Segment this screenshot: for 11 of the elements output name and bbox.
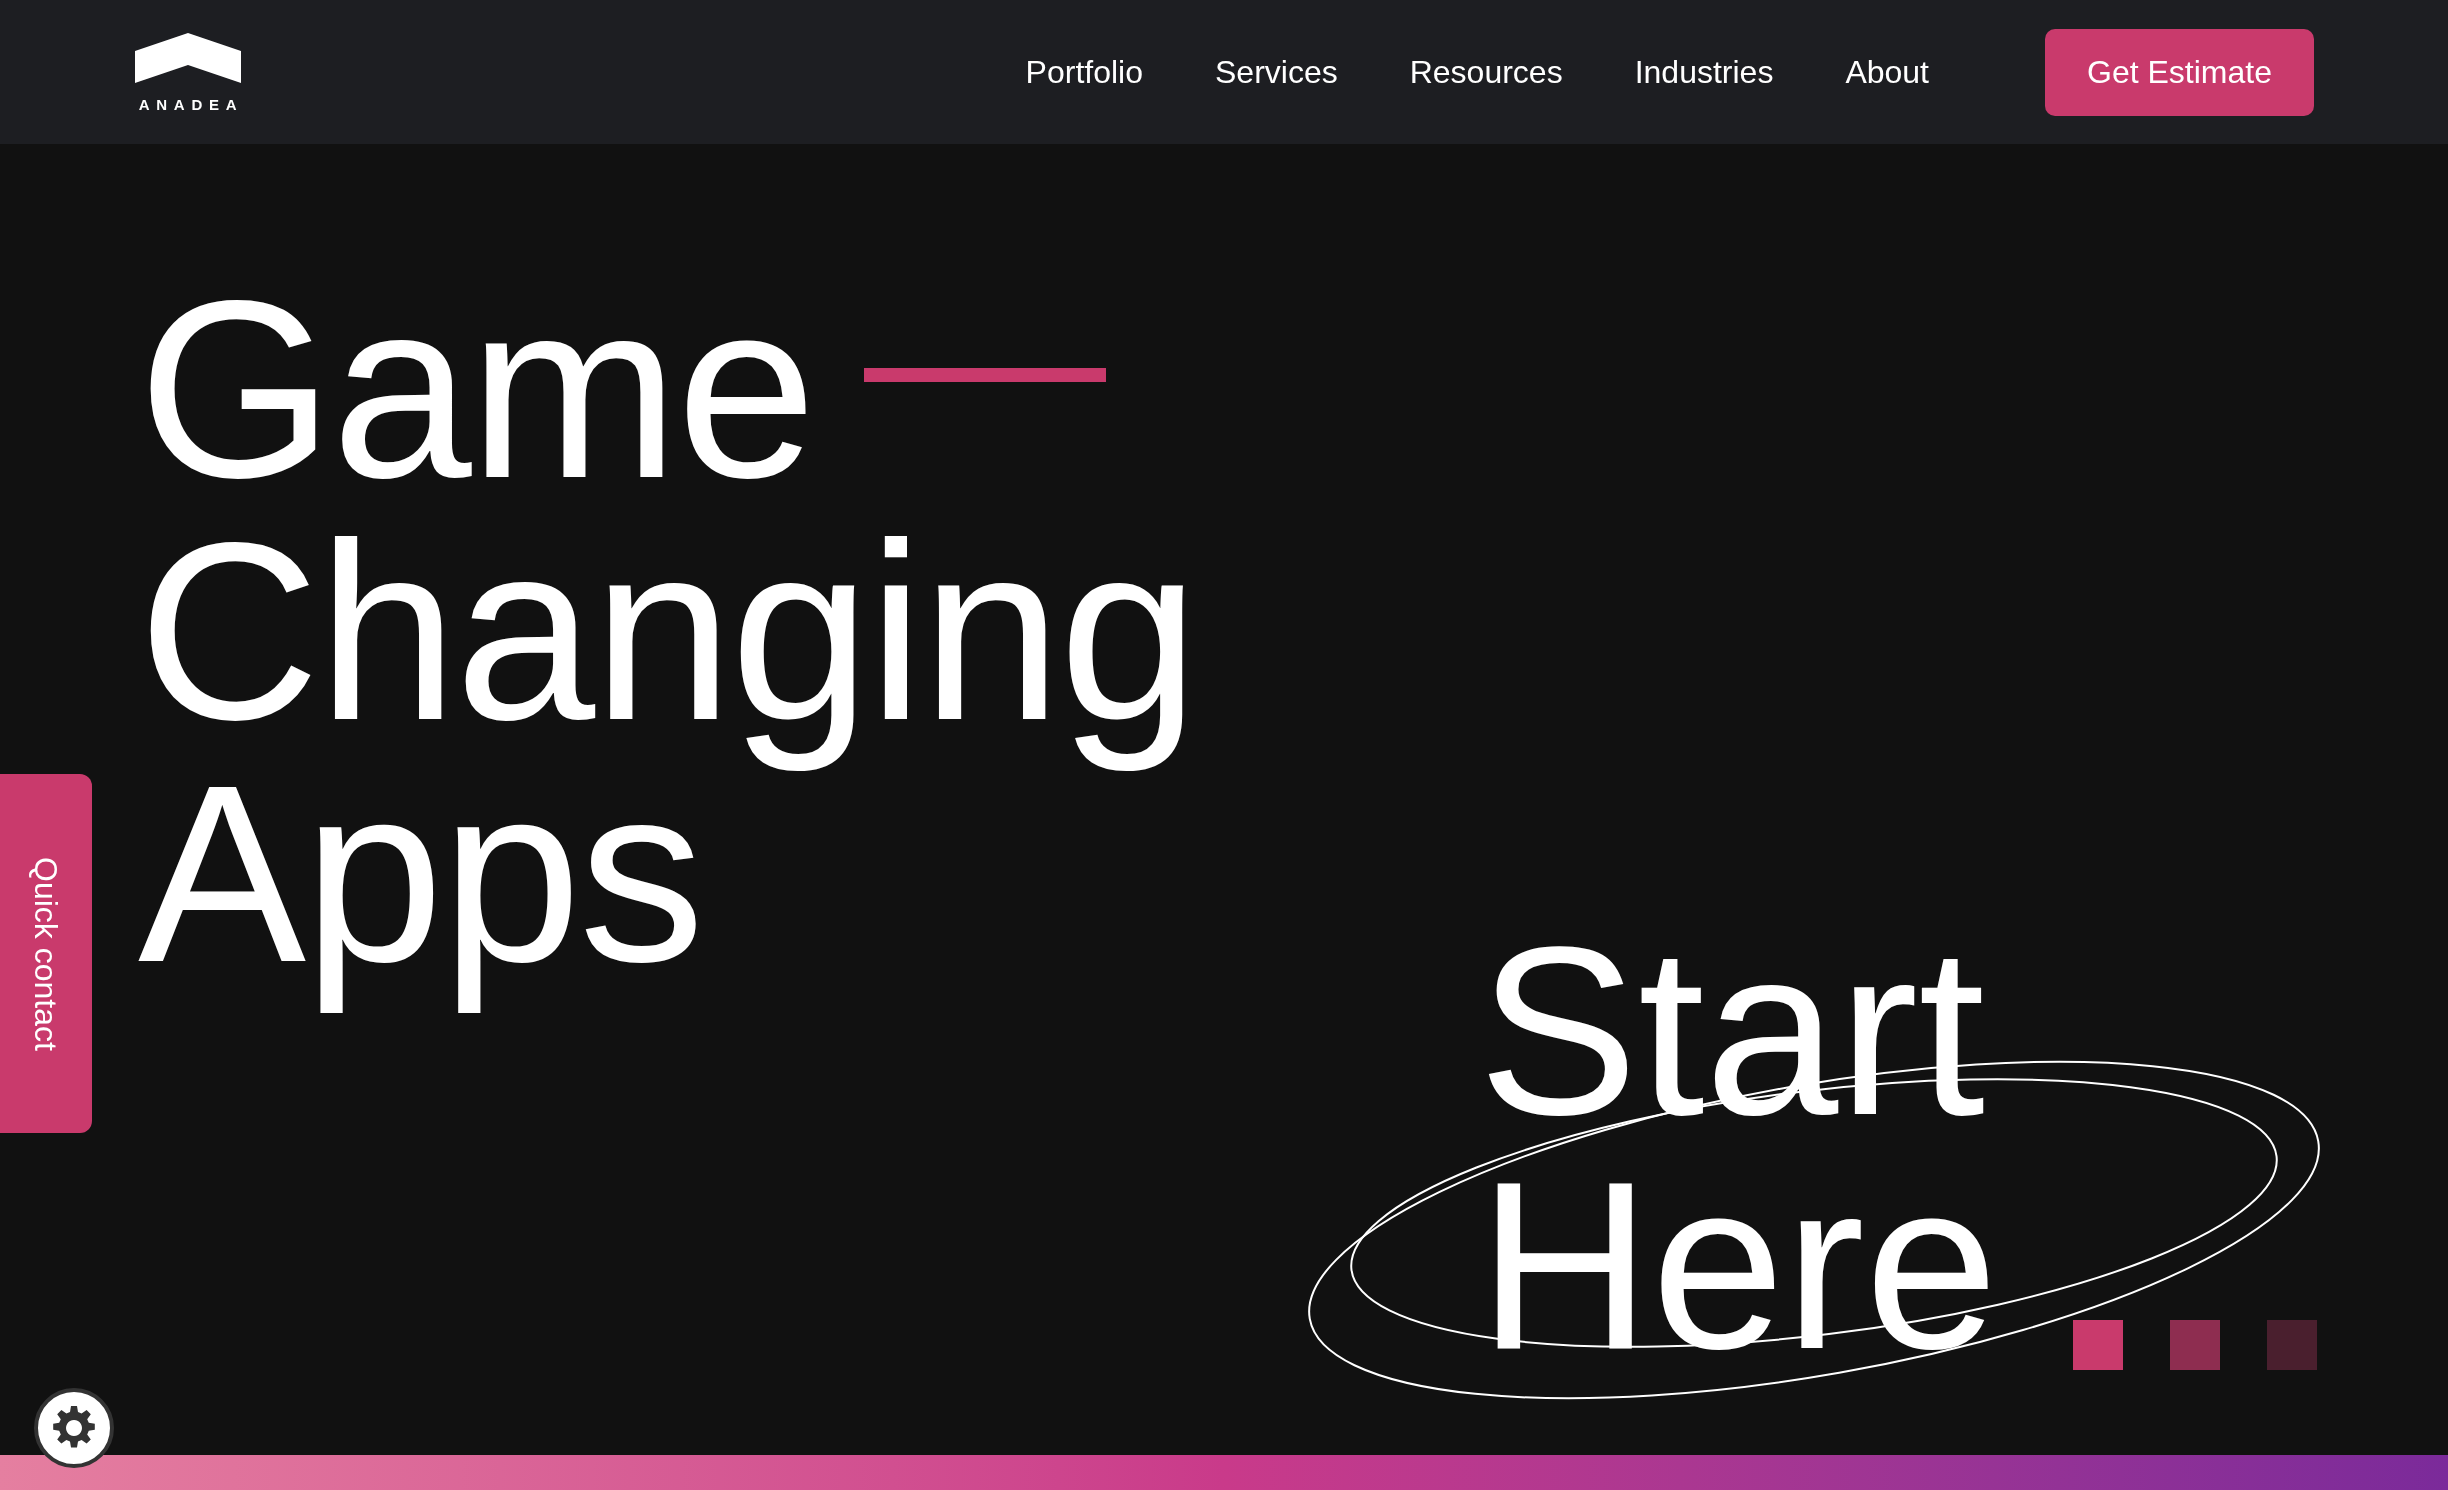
nav-link[interactable]: Services [1215, 48, 1338, 96]
nav-link[interactable]: About [1845, 48, 1929, 96]
get-estimate-button[interactable]: Get Estimate [2045, 28, 2314, 116]
quick-contact-tab[interactable]: Quick contact [0, 774, 92, 1133]
tagline-word: Start [1478, 914, 1985, 1148]
nav-link[interactable]: Portfolio [1025, 48, 1143, 96]
logo-icon[interactable] [135, 32, 241, 85]
logo-text: ANADEA [137, 96, 244, 112]
nav-link[interactable]: Resources [1409, 48, 1563, 96]
tagline-word: Here [1478, 1148, 1999, 1382]
nav-link[interactable]: Industries [1634, 48, 1774, 96]
